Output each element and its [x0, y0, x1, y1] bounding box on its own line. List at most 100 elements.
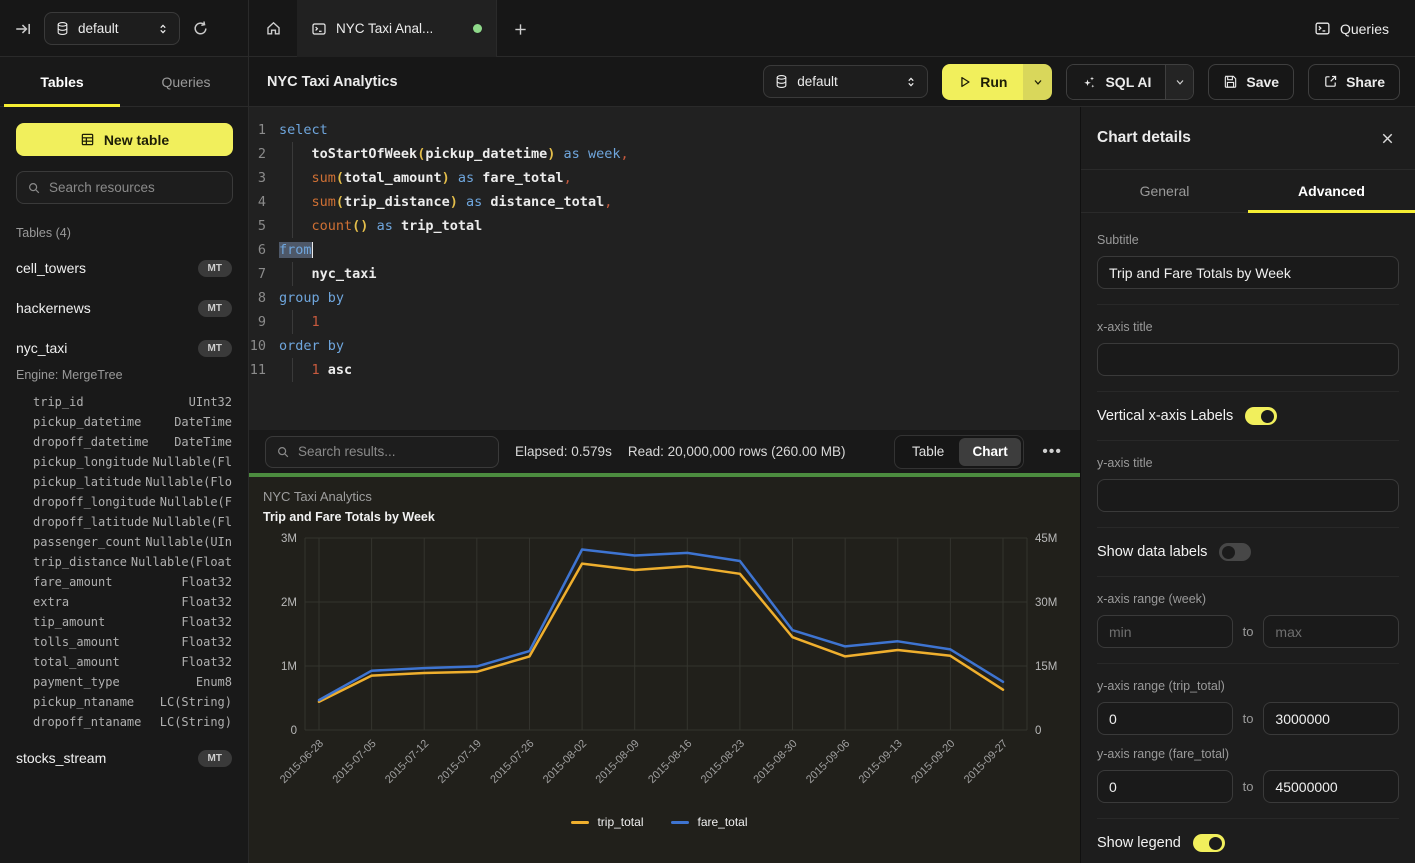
share-icon [1323, 74, 1338, 89]
home-tab-button[interactable] [249, 0, 297, 57]
svg-text:45M: 45M [1035, 533, 1057, 545]
svg-text:2015-07-12: 2015-07-12 [383, 738, 431, 786]
y-axis-range-trip-row: to [1097, 702, 1399, 735]
tab-general[interactable]: General [1081, 170, 1248, 212]
new-table-button[interactable]: New table [16, 123, 233, 156]
column-row: dropoff_latitudeNullable(Fl [16, 512, 232, 532]
run-button[interactable]: Run [942, 64, 1023, 100]
run-options-button[interactable] [1023, 64, 1052, 100]
editor-line: 10order by [249, 334, 1080, 358]
x-axis-max-input[interactable] [1263, 615, 1399, 648]
collapse-sidebar-icon[interactable] [14, 20, 32, 38]
engine-badge: MT [198, 300, 232, 317]
line-number: 9 [249, 314, 279, 330]
queries-button[interactable]: Queries [1314, 0, 1389, 57]
editor-line: 5 count() as trip_total [249, 214, 1080, 238]
line-number: 1 [249, 122, 279, 138]
svg-text:2M: 2M [281, 597, 297, 609]
new-tab-button[interactable] [505, 14, 535, 44]
view-tab-chart[interactable]: Chart [959, 438, 1021, 466]
page-title: NYC Taxi Analytics [267, 74, 398, 90]
close-icon[interactable] [1380, 131, 1395, 146]
vertical-x-axis-labels-row: Vertical x-axis Labels [1097, 407, 1399, 425]
svg-text:2015-07-05: 2015-07-05 [330, 738, 378, 786]
table-item-cell-towers[interactable]: cell_towers MT [16, 256, 232, 280]
trip-total-min-input[interactable] [1097, 702, 1233, 735]
legend-item[interactable]: fare_total [671, 815, 747, 829]
chart-title: NYC Taxi Analytics [263, 489, 1080, 504]
editor-line: 9 1 [249, 310, 1080, 334]
legend-item[interactable]: trip_total [571, 815, 643, 829]
svg-text:2015-09-13: 2015-09-13 [857, 738, 905, 786]
share-button-label: Share [1346, 74, 1385, 90]
sql-console-app: default NYC Taxi Anal... [0, 0, 1415, 863]
tab-advanced[interactable]: Advanced [1248, 170, 1415, 212]
sidebar-tab-queries[interactable]: Queries [124, 57, 248, 106]
svg-text:1M: 1M [281, 661, 297, 673]
refresh-icon[interactable] [192, 20, 209, 37]
rows-read: Read: 20,000,000 rows (260.00 MB) [628, 444, 846, 459]
table-item-hackernews[interactable]: hackernews MT [16, 296, 232, 320]
to-label: to [1233, 624, 1264, 639]
subtitle-label: Subtitle [1097, 233, 1399, 247]
search-icon [27, 181, 41, 195]
y-axis-range-fare-label: y-axis range (fare_total) [1097, 747, 1399, 761]
table-engine-label: Engine: MergeTree [16, 368, 232, 382]
chart-legend: trip_total fare_total [249, 815, 1070, 829]
fare-total-min-input[interactable] [1097, 770, 1233, 803]
table-item-nyc-taxi[interactable]: nyc_taxi MT [16, 336, 232, 360]
column-row: pickup_datetimeDateTime [16, 412, 232, 432]
share-button[interactable]: Share [1308, 64, 1400, 100]
svg-text:2015-08-16: 2015-08-16 [646, 738, 694, 786]
svg-text:2015-07-26: 2015-07-26 [488, 738, 536, 786]
divider [1097, 440, 1399, 441]
column-row: pickup_longitudeNullable(Fl [16, 452, 232, 472]
to-label: to [1233, 711, 1264, 726]
x-axis-title-input[interactable] [1097, 343, 1399, 376]
query-header: NYC Taxi Analytics default Run [249, 57, 1415, 107]
column-row: trip_distanceNullable(Float [16, 552, 232, 572]
results-search [265, 436, 499, 468]
database-icon [774, 74, 789, 89]
view-tab-table[interactable]: Table [897, 438, 959, 466]
fare-total-max-input[interactable] [1263, 770, 1399, 803]
chart-details-panel: Chart details General Advanced Subtitle … [1080, 107, 1415, 863]
sql-ai-options-button[interactable] [1165, 65, 1193, 99]
line-number: 7 [249, 266, 279, 282]
x-axis-min-input[interactable] [1097, 615, 1233, 648]
unsaved-changes-dot [473, 24, 482, 33]
line-number: 3 [249, 170, 279, 186]
column-row: passenger_countNullable(UIn [16, 532, 232, 552]
play-icon [958, 75, 972, 89]
column-row: tip_amountFloat32 [16, 612, 232, 632]
elapsed-time: Elapsed: 0.579s [515, 444, 612, 459]
sidebar-tab-tables[interactable]: Tables [0, 57, 124, 106]
chart-details-title: Chart details [1097, 129, 1191, 147]
toolbar-database-selector[interactable]: default [763, 65, 928, 98]
chart-details-header: Chart details [1081, 107, 1415, 170]
column-row: trip_idUInt32 [16, 392, 232, 412]
show-data-labels-toggle[interactable] [1219, 543, 1251, 561]
y-axis-title-input[interactable] [1097, 479, 1399, 512]
results-search-input[interactable] [298, 444, 488, 459]
trip-total-max-input[interactable] [1263, 702, 1399, 735]
column-row: total_amountFloat32 [16, 652, 232, 672]
column-list: trip_idUInt32pickup_datetimeDateTimedrop… [16, 392, 232, 732]
save-button[interactable]: Save [1208, 64, 1294, 100]
more-options-icon[interactable]: ••• [1040, 443, 1064, 461]
sql-editor[interactable]: 1select2 toStartOfWeek(pickup_datetime) … [249, 107, 1080, 430]
subtitle-input[interactable] [1097, 256, 1399, 289]
editor-line: 8group by [249, 286, 1080, 310]
column-row: extraFloat32 [16, 592, 232, 612]
show-legend-toggle[interactable] [1193, 834, 1225, 852]
sidebar-tabs: Tables Queries [0, 57, 249, 107]
y-axis-range-trip-label: y-axis range (trip_total) [1097, 679, 1399, 693]
query-tab[interactable]: NYC Taxi Anal... [297, 0, 497, 57]
sidebar-search-input[interactable] [49, 180, 222, 195]
database-selector[interactable]: default [44, 12, 180, 45]
vertical-x-axis-labels-toggle[interactable] [1245, 407, 1277, 425]
sql-ai-button[interactable]: SQL AI [1067, 65, 1165, 99]
table-item-stocks-stream[interactable]: stocks_stream MT [16, 746, 232, 770]
svg-text:2015-09-06: 2015-09-06 [804, 738, 852, 786]
vertical-x-axis-labels-label: Vertical x-axis Labels [1097, 408, 1233, 424]
